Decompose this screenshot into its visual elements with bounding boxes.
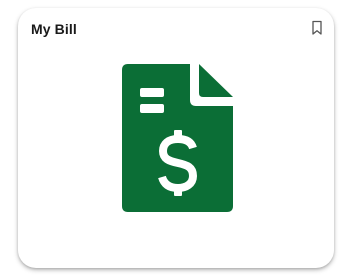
card-title: My Bill [31,21,77,37]
bill-folded-corner [199,64,233,97]
bookmark-button[interactable] [310,20,324,36]
bookmark-icon [312,20,322,35]
bill-line-top [140,88,164,97]
bill-line-bottom [140,104,164,113]
dollar-sign-icon [158,130,198,196]
my-bill-card[interactable]: My Bill [18,8,334,268]
bill-icon [122,64,233,212]
